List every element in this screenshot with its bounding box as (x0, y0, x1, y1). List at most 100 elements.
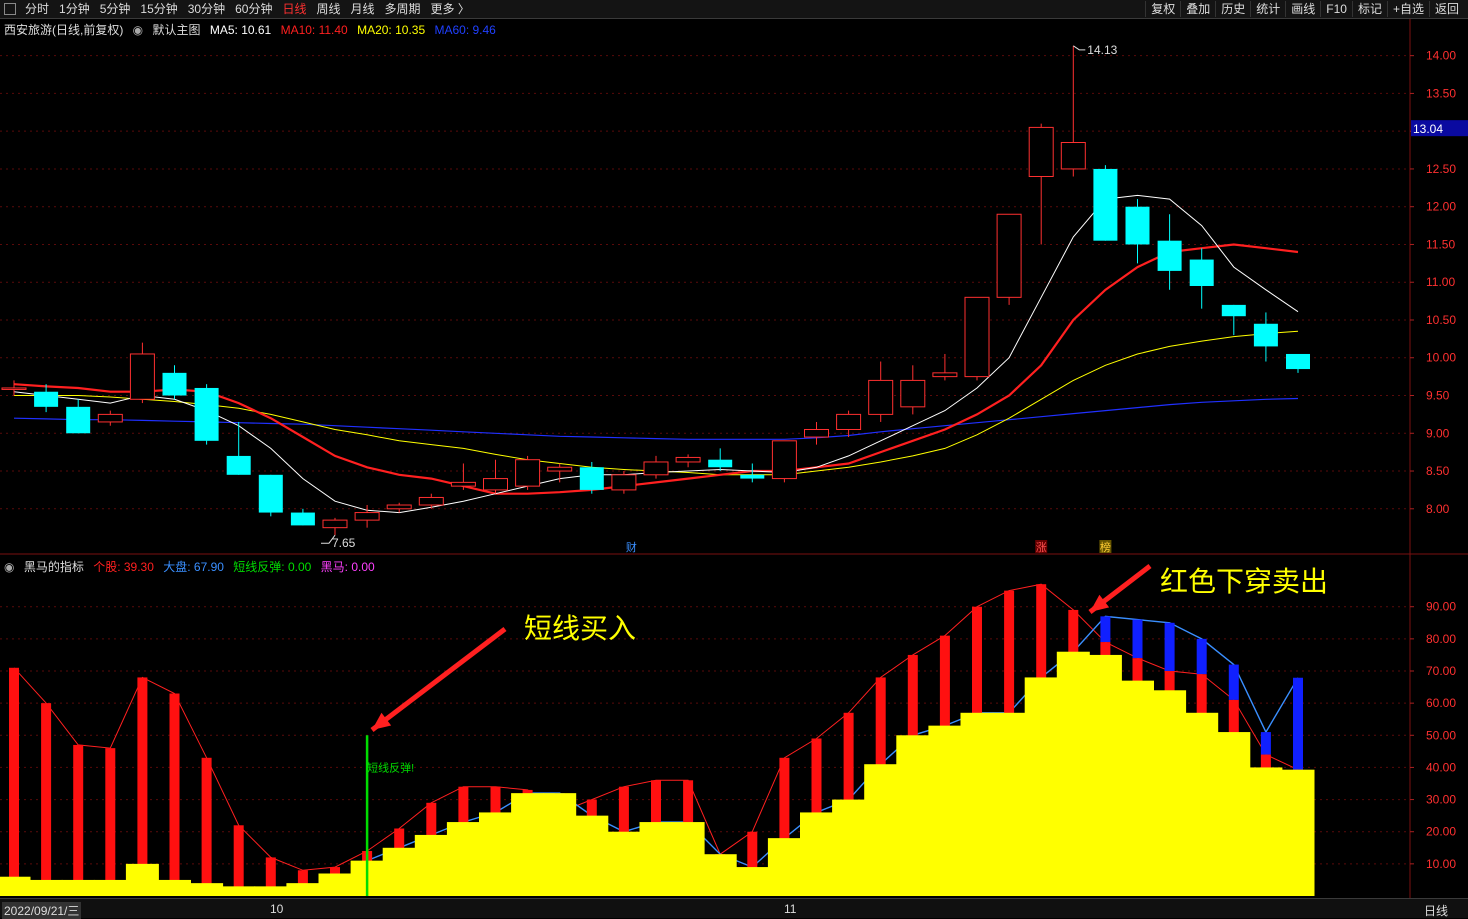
individual-bar (9, 667, 19, 896)
market-fill-bar (1024, 677, 1058, 896)
timeframe-tab-4[interactable]: 30分钟 (183, 2, 230, 16)
period-label[interactable]: 日线 (1424, 902, 1448, 919)
candle-body (515, 459, 541, 487)
price-tick-label: 9.50 (1426, 389, 1450, 403)
market-fill-bar (29, 879, 63, 896)
sell-arrow (1088, 564, 1152, 614)
cursor-date: 2022/09/21/三 (2, 902, 82, 919)
market-fill-bar (93, 879, 127, 896)
market-fill-bar (735, 867, 769, 896)
toolbar-button-8[interactable]: 返回 (1428, 1, 1464, 17)
indicator-name[interactable]: 黑马的指标 (24, 560, 84, 574)
toolbar-button-0[interactable]: 复权 (1145, 1, 1180, 17)
month-10-label: 10 (270, 902, 284, 916)
market-fill-bar (414, 834, 448, 896)
individual-bar (137, 677, 148, 896)
candle-body (1221, 304, 1246, 317)
buy-arrow (370, 627, 507, 732)
candle-body (643, 461, 669, 476)
market-fill-bar (703, 854, 737, 896)
candle-body (322, 519, 348, 529)
timeframe-tab-7[interactable]: 周线 (311, 2, 345, 16)
candle-body (162, 372, 187, 396)
candle-body (1125, 206, 1150, 245)
individual-value: 个股: 39.30 (93, 560, 154, 574)
candle-body (1253, 323, 1278, 347)
timeframe-tab-8[interactable]: 月线 (346, 2, 380, 16)
window-icon[interactable] (4, 3, 16, 15)
timeframe-tab-2[interactable]: 5分钟 (95, 2, 136, 16)
individual-bar (105, 748, 116, 896)
indicator-tick-label: 90.00 (1426, 600, 1456, 614)
timeframe-list: 分时 1分钟 5分钟 15分钟 30分钟 60分钟 日线 周线 月线 多周期 更多 〉 (20, 1, 475, 17)
candle-body (129, 353, 155, 400)
toolbar-button-4[interactable]: 画线 (1285, 1, 1320, 17)
market-fill-bar (960, 712, 994, 896)
timeframe-tab-0[interactable]: 分时 (20, 2, 54, 16)
toolbar-button-3[interactable]: 统计 (1250, 1, 1285, 17)
candle-body (1286, 353, 1310, 370)
price-tick-label: 11.50 (1426, 237, 1455, 251)
timeframe-tab-10[interactable]: 更多 〉 (426, 2, 475, 16)
candle-body (836, 413, 862, 430)
market-bar (1132, 619, 1143, 659)
toolbar-button-2[interactable]: 历史 (1215, 1, 1250, 17)
candle-body (708, 459, 733, 468)
market-fill-bar (800, 812, 833, 896)
price-tick-label: 9.00 (1426, 426, 1450, 440)
template-name[interactable]: 默认主图 (153, 23, 201, 37)
market-bar (1164, 622, 1175, 671)
indicator-tick-label: 80.00 (1426, 632, 1456, 646)
ma20-value: MA20: 10.35 (357, 23, 426, 37)
candle-body (450, 481, 476, 487)
month-11-label: 11 (784, 902, 797, 916)
settings-icon[interactable]: ◉ (4, 560, 14, 574)
toolbar-button-5[interactable]: F10 (1320, 1, 1352, 17)
indicator-header: ◉ 黑马的指标 个股: 39.30 大盘: 67.90 短线反弹: 0.00 黑… (4, 558, 381, 575)
toolbar-button-7[interactable]: +自选 (1386, 1, 1429, 17)
arrow-shaft (370, 627, 507, 732)
date-axis: 2022/09/21/三 10 11 日线 (0, 898, 1468, 919)
market-bar (1196, 638, 1207, 675)
price-tick-label: 10.00 (1426, 351, 1456, 365)
high-price-label: 14.13 (1087, 43, 1117, 57)
candle-body (34, 391, 59, 407)
candle-body (964, 296, 990, 378)
market-fill-bar (1121, 680, 1154, 896)
market-fill-bar (1056, 651, 1090, 896)
timeframe-tab-1[interactable]: 1分钟 (54, 2, 95, 16)
sell-annotation: 红色下穿卖出 (1160, 565, 1329, 598)
candle-body (1093, 168, 1118, 241)
event-marker-bang: 榜 (1100, 540, 1111, 554)
timeframe-tab-3[interactable]: 15分钟 (135, 2, 182, 16)
market-fill-bar (1153, 690, 1187, 896)
market-fill-bar (158, 879, 191, 896)
price-tick-label: 8.00 (1426, 502, 1450, 516)
high-marker (1073, 45, 1086, 51)
toolbar-button-1[interactable]: 叠加 (1180, 1, 1215, 17)
individual-bar (73, 744, 84, 896)
timeframe-tab-5[interactable]: 60分钟 (230, 2, 277, 16)
period-toolbar: 分时 1分钟 5分钟 15分钟 30分钟 60分钟 日线 周线 月线 多周期 更多 〉 复权 叠加 历史… (0, 0, 1468, 19)
market-fill-bar (1249, 767, 1283, 896)
settings-icon[interactable]: ◉ (133, 23, 143, 37)
candle-body (226, 455, 251, 475)
market-bar (1260, 732, 1271, 755)
candle-body (194, 387, 219, 441)
market-fill-bar (318, 873, 352, 896)
heima-value: 黑马: 0.00 (320, 560, 375, 574)
stock-title: 西安旅游(日线,前复权) (4, 23, 124, 37)
timeframe-tab-9[interactable]: 多周期 (380, 2, 426, 16)
indicator-tick-label: 70.00 (1426, 664, 1456, 678)
stock-chart[interactable]: 8.00 8.50 9.00 9.50 10.00 10.50 11.00 11.50 12.0… (0, 19, 1468, 898)
market-fill-bar (382, 847, 416, 896)
market-fill-bar (639, 822, 673, 896)
indicator-tick-label: 30.00 (1426, 793, 1456, 807)
candle-body (1189, 259, 1214, 286)
timeframe-tab-6[interactable]: 日线 (277, 2, 311, 16)
market-fill-bar (575, 815, 609, 896)
toolbar-button-6[interactable]: 标记 (1351, 1, 1387, 17)
candle-body (771, 440, 797, 480)
market-fill-bar (864, 764, 898, 896)
individual-bar (41, 703, 52, 896)
